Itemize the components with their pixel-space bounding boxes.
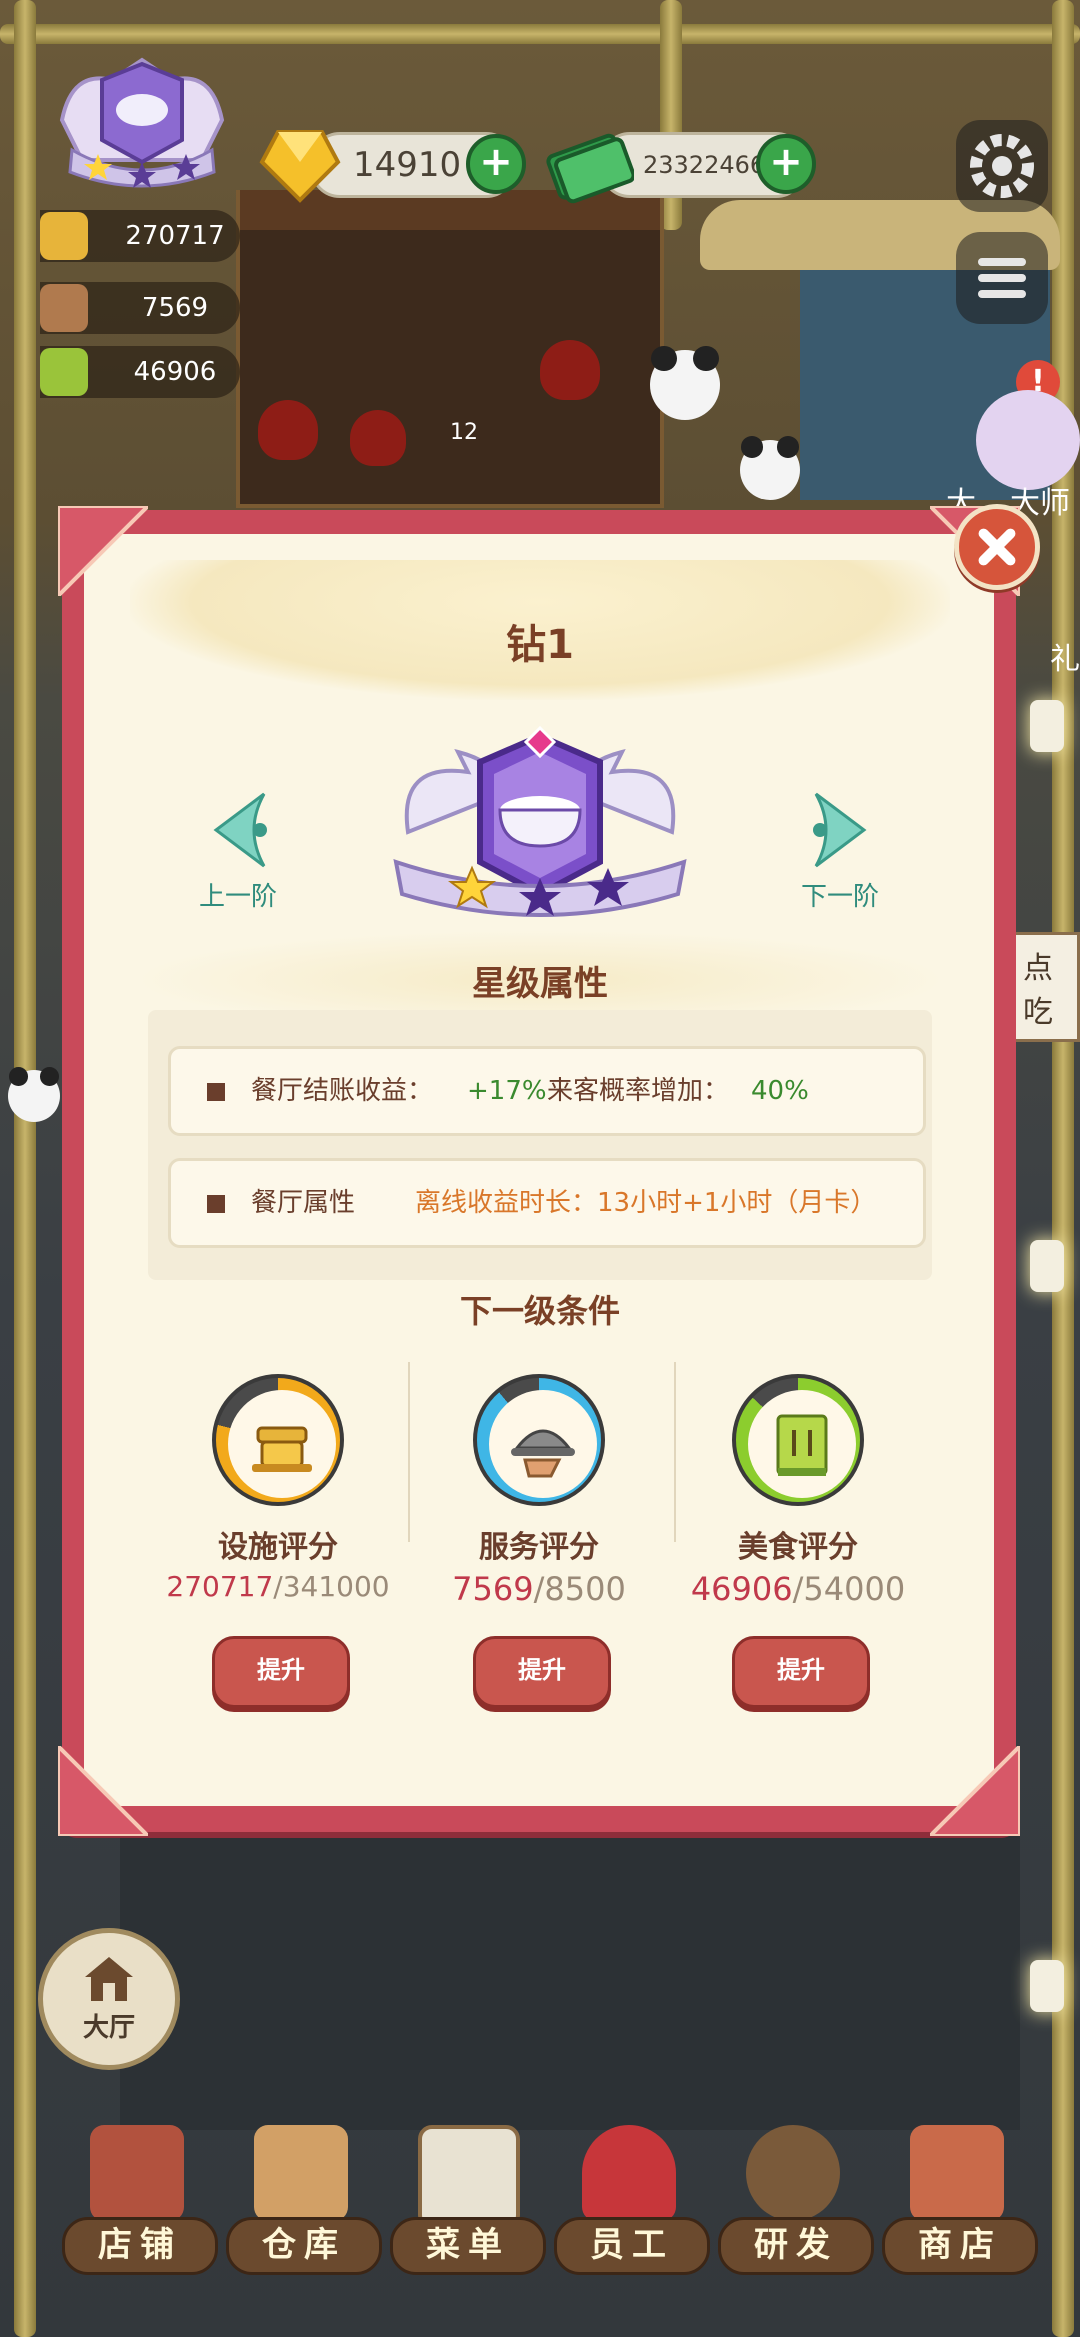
dialog-title: 钻1 — [506, 622, 574, 668]
nav-staff[interactable]: 员工 — [554, 2125, 710, 2275]
lantern — [1030, 1960, 1064, 2012]
list-icon — [978, 258, 1026, 298]
gear-icon — [970, 134, 1034, 198]
nav-menu[interactable]: 菜单 — [390, 2125, 546, 2275]
gems-value: 14910 — [353, 145, 462, 185]
food-score-value: 46906/54000 — [690, 1570, 906, 1608]
lantern — [1030, 1240, 1064, 1292]
wine-jar — [350, 410, 406, 466]
facility-score-value: 270717/341000 — [166, 1570, 390, 1603]
divider — [674, 1362, 676, 1542]
checkout-income-label: 餐厅结账收益： — [251, 1076, 434, 1106]
panda-decoration — [740, 436, 800, 500]
nav-store[interactable]: 商店 — [882, 2125, 1038, 2275]
customer-rate-value: 40% — [751, 1076, 809, 1106]
nav-shop-label: 店铺 — [62, 2217, 218, 2275]
cash-icon — [546, 133, 634, 204]
corner-ornament — [930, 1746, 1020, 1836]
add-cash-button[interactable]: + — [756, 134, 816, 194]
list-menu-button[interactable] — [956, 232, 1048, 324]
attribute-row-2: 餐厅属性 离线收益时长：13小时+1小时（月卡） — [168, 1158, 926, 1248]
stat-facility-value: 270717 — [125, 221, 225, 251]
hot-pot-icon — [40, 212, 88, 260]
settings-button[interactable] — [956, 120, 1048, 212]
nav-staff-label: 员工 — [554, 2217, 710, 2275]
recipe-book-icon — [748, 1390, 856, 1498]
customer-rate-label: 来客概率增加： — [547, 1076, 730, 1106]
restaurant-attribute-label: 餐厅属性 — [251, 1188, 356, 1218]
nav-warehouse-label: 仓库 — [226, 2217, 382, 2275]
diamond-rank-emblem-icon — [393, 725, 687, 917]
prev-tier-arrow-icon[interactable] — [204, 790, 276, 870]
store-icon — [910, 2125, 1004, 2221]
food-score-label: 美食评分 — [738, 1530, 858, 1565]
lantern — [1030, 700, 1064, 752]
stat-food: 46906 — [40, 346, 240, 398]
house-icon — [85, 1957, 133, 2001]
service-score-value: 7569/8500 — [452, 1570, 626, 1608]
add-gems-button[interactable]: + — [466, 134, 526, 194]
panda-decoration — [650, 345, 720, 420]
nav-research[interactable]: 研发 — [718, 2125, 874, 2275]
shelf-count: 12 — [450, 420, 478, 445]
menu-clipboard-icon — [418, 2125, 520, 2229]
bullet-square — [207, 1195, 225, 1213]
panda-decoration — [8, 1066, 60, 1122]
close-button[interactable] — [954, 504, 1040, 590]
bullet-square — [207, 1083, 225, 1101]
bamboo-beam — [0, 24, 1080, 44]
divider — [408, 1362, 410, 1542]
food-progress-ring — [732, 1374, 864, 1506]
wine-jar — [540, 340, 600, 400]
upgrade-facility-button[interactable]: 提升 — [212, 1636, 350, 1708]
stat-service-value: 7569 — [141, 293, 209, 323]
corner-ornament — [58, 1746, 148, 1836]
staff-icon — [582, 2125, 676, 2221]
checkout-income-value: +17% — [467, 1076, 547, 1106]
next-level-conditions-title: 下一级条件 — [459, 1292, 620, 1330]
gold-gem-icon — [259, 130, 341, 203]
upgrade-food-button[interactable]: 提升 — [732, 1636, 870, 1708]
hall-label: 大厅 — [82, 2013, 135, 2043]
stat-service: 7569 — [40, 282, 240, 334]
nav-menu-label: 菜单 — [390, 2217, 546, 2275]
warehouse-icon — [254, 2125, 348, 2221]
rank-badge-icon[interactable] — [52, 50, 232, 200]
attribute-row-1: 餐厅结账收益： +17% 来客概率增加： 40% — [168, 1046, 926, 1136]
chef-master-event-icon[interactable] — [976, 390, 1080, 490]
next-tier-arrow-icon[interactable] — [804, 790, 876, 870]
wine-jar — [258, 400, 318, 460]
service-score-label: 服务评分 — [479, 1530, 599, 1565]
cookbook-icon — [40, 348, 88, 396]
serving-cloche-icon — [40, 284, 88, 332]
facility-progress-ring — [212, 1374, 344, 1506]
floor-area — [120, 1830, 1020, 2130]
hall-button[interactable]: 大厅 — [38, 1928, 180, 2070]
upgrade-service-button[interactable]: 提升 — [473, 1636, 611, 1708]
service-progress-ring — [473, 1374, 605, 1506]
nav-warehouse[interactable]: 仓库 — [226, 2125, 382, 2275]
nav-store-label: 商店 — [882, 2217, 1038, 2275]
nav-shop[interactable]: 店铺 — [62, 2125, 218, 2275]
offline-income-value: 离线收益时长：13小时+1小时（月卡） — [415, 1188, 877, 1218]
next-tier-label[interactable]: 下一阶 — [770, 876, 910, 913]
prev-tier-label[interactable]: 上一阶 — [168, 876, 308, 913]
kitchen-shelf — [236, 190, 664, 508]
stat-food-value: 46906 — [133, 357, 217, 387]
serving-tray-icon — [489, 1390, 597, 1498]
shop-icon — [90, 2125, 184, 2221]
facility-score-label: 设施评分 — [218, 1530, 338, 1565]
research-pot-icon — [746, 2125, 840, 2221]
golden-cauldron-icon — [228, 1390, 336, 1498]
bamboo-pole — [14, 0, 36, 2337]
nav-research-label: 研发 — [718, 2217, 874, 2275]
star-attributes-title: 星级属性 — [472, 964, 608, 1004]
stat-facility: 270717 — [40, 210, 240, 262]
